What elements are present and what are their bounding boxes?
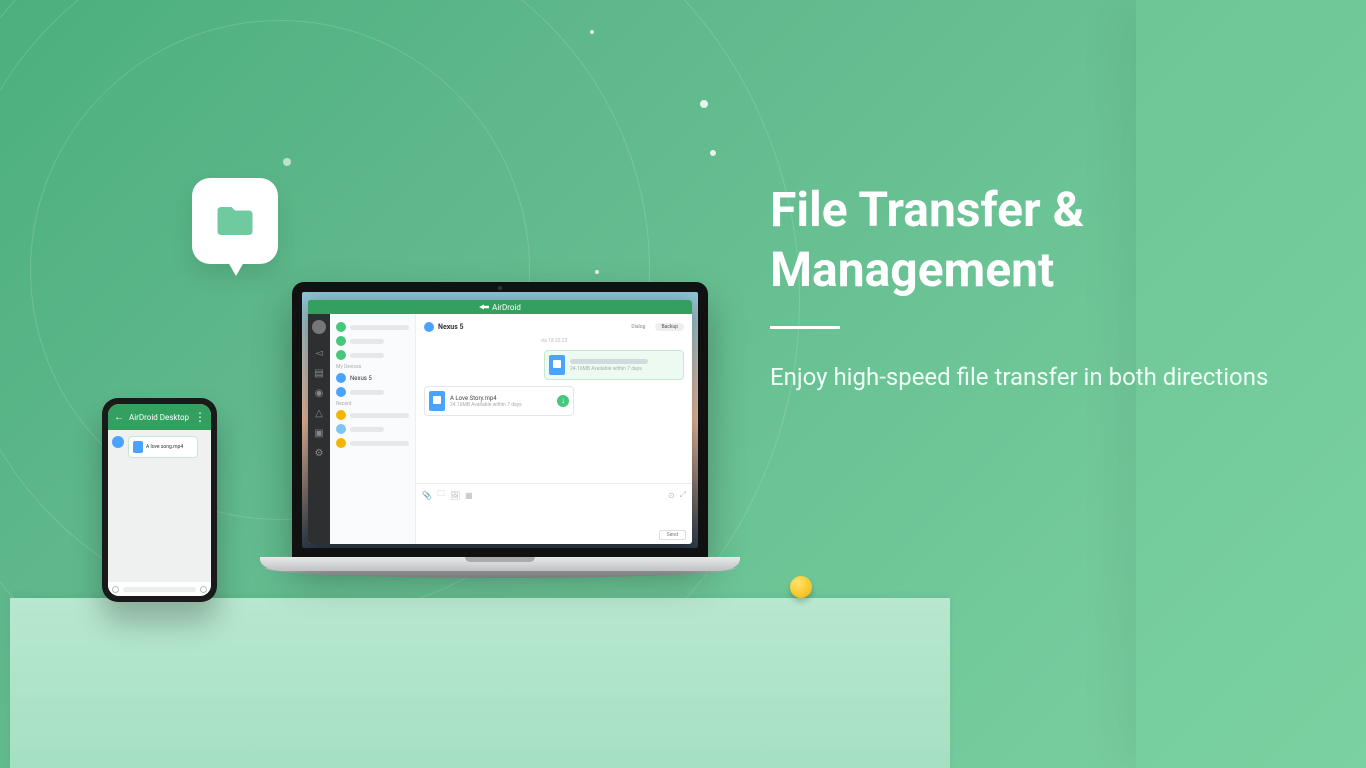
download-icon: ↓ — [557, 395, 569, 407]
contact-icon — [336, 438, 346, 448]
attach-app-icon: ▦ — [465, 491, 473, 500]
back-icon: ← — [114, 412, 124, 423]
webcam-icon — [498, 286, 502, 290]
decorative-ball — [790, 576, 812, 598]
nav-contacts-icon: ◉ — [314, 388, 324, 398]
expand-icon: ⤢ — [680, 490, 686, 500]
file-meta: 24.16MB Available within 7 days — [570, 366, 679, 372]
app-titlebar: AirDroid — [308, 300, 692, 314]
hero-title: File Transfer & Management — [770, 180, 1330, 300]
folder-bubble-icon — [192, 178, 278, 264]
decorative-dot — [710, 150, 716, 156]
section-label: My Devices — [330, 362, 415, 371]
phone-header: ← AirDroid Desktop ⋮ — [108, 404, 211, 430]
decorative-dot — [590, 30, 594, 34]
nav-notify-icon: △ — [314, 408, 324, 418]
phone-mockup: ← AirDroid Desktop ⋮ A love song.mp4 — [102, 398, 217, 602]
phone-input-bar — [108, 582, 211, 596]
laptop-mockup: AirDroid ◅ ▤ ◉ △ ▣ ⚙ — [260, 282, 740, 578]
decorative-dot — [283, 158, 291, 166]
chat-tab-dialog: Dialog — [625, 323, 651, 331]
app-nav-rail: ◅ ▤ ◉ △ ▣ ⚙ — [308, 300, 330, 544]
nav-devices-icon: ▤ — [314, 368, 324, 378]
decorative-dot — [700, 100, 708, 108]
app-window: AirDroid ◅ ▤ ◉ △ ▣ ⚙ — [308, 300, 692, 544]
chat-contact-name: Nexus 5 — [438, 323, 464, 331]
avatar-icon — [312, 320, 326, 334]
hero-underline — [770, 326, 840, 329]
laptop-base — [260, 557, 740, 571]
chat-panel: Nexus 5 Dialog Backup via 18 22:23 — [416, 300, 692, 544]
more-icon: ⋮ — [194, 410, 205, 424]
app-brand: AirDroid — [492, 303, 521, 312]
attach-icon — [112, 586, 119, 593]
send-icon — [200, 586, 207, 593]
file-icon — [549, 355, 565, 375]
send-button: Send — [659, 530, 686, 540]
contacts-list: My Devices Nexus 5 Recent — [330, 300, 416, 544]
contact-icon — [336, 336, 346, 346]
decorative-dot — [595, 270, 599, 274]
attach-folder-icon: 🗀 — [437, 488, 445, 502]
contact-icon — [336, 350, 346, 360]
device-icon — [336, 373, 346, 383]
contact-icon — [336, 322, 346, 332]
chat-tab-backup: Backup — [655, 323, 684, 331]
file-name: A Love Story.mp4 — [450, 395, 552, 402]
platform-surface — [10, 598, 950, 768]
outgoing-file-card: 24.16MB Available within 7 days — [544, 350, 684, 380]
file-icon — [133, 441, 143, 453]
phone-title: AirDroid Desktop — [129, 413, 189, 422]
incoming-file-card: A Love Story.mp4 24.16MB Available withi… — [424, 386, 574, 416]
record-icon: ⊙ — [668, 491, 675, 500]
nav-tools-icon: ▣ — [314, 428, 324, 438]
nav-send-icon: ◅ — [314, 348, 324, 358]
attach-image-icon: 🖼 — [450, 491, 460, 500]
attach-file-icon: 📎 — [422, 491, 432, 500]
hero-subtitle: Enjoy high-speed file transfer in both d… — [770, 359, 1330, 395]
device-icon — [336, 387, 346, 397]
hero-text: File Transfer & Management Enjoy high-sp… — [770, 180, 1330, 395]
chat-avatar-icon — [424, 322, 434, 332]
contact-icon — [336, 424, 346, 434]
contact-icon — [336, 410, 346, 420]
file-meta: 24.16MB Available within 7 days — [450, 402, 552, 408]
nav-settings-icon: ⚙ — [314, 448, 324, 458]
phone-file-name: A love song.mp4 — [146, 444, 183, 450]
section-label: Recent — [330, 399, 415, 408]
file-icon — [429, 391, 445, 411]
phone-message: A love song.mp4 — [112, 436, 207, 458]
chat-timestamp: via 18 22:23 — [416, 338, 692, 344]
avatar-icon — [112, 436, 124, 448]
device-name: Nexus 5 — [350, 375, 372, 382]
chat-input-area: 📎 🗀 🖼 ▦ ⊙ ⤢ Send — [416, 483, 692, 544]
